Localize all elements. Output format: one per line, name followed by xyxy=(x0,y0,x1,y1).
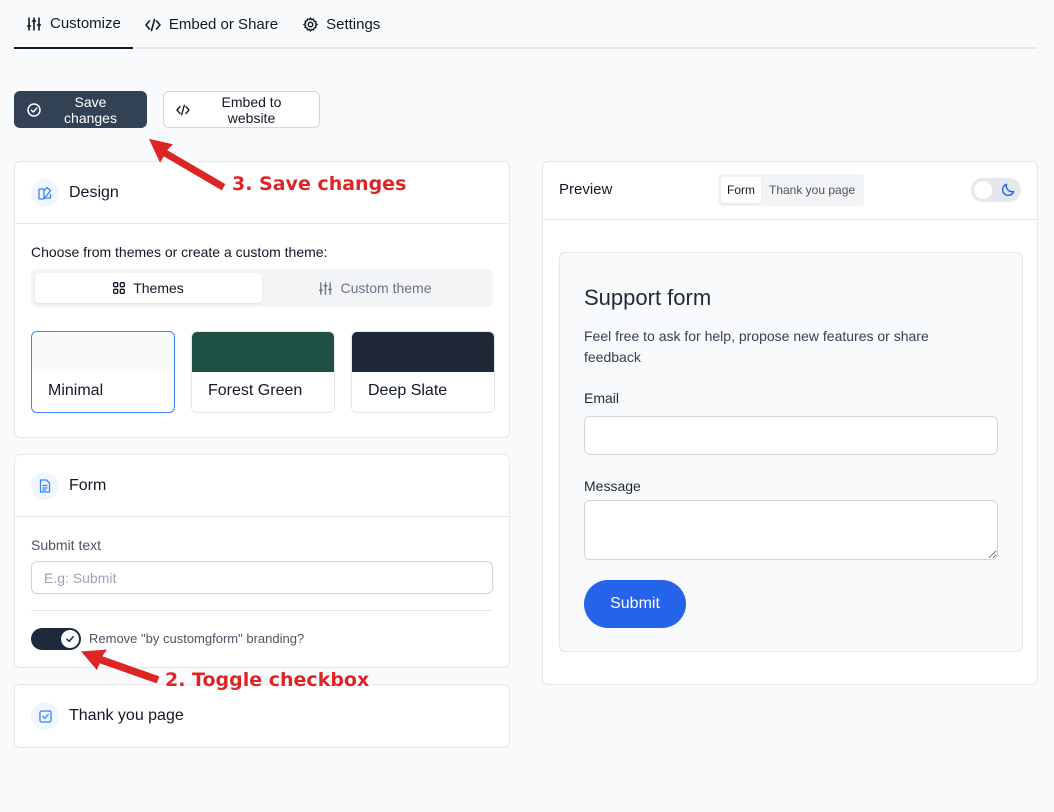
segment-themes-label: Themes xyxy=(133,280,184,296)
toggle-knob xyxy=(974,181,992,199)
grid-icon xyxy=(113,282,126,294)
code-icon xyxy=(176,104,190,116)
dark-mode-toggle[interactable] xyxy=(971,178,1021,202)
preview-tab-form[interactable]: Form xyxy=(721,177,761,203)
segment-custom-label: Custom theme xyxy=(340,280,432,296)
choose-theme-label: Choose from themes or create a custom th… xyxy=(31,244,328,260)
preview-form-description: Feel free to ask for help, propose new f… xyxy=(584,328,929,365)
segment-custom-theme[interactable]: Custom theme xyxy=(262,273,489,303)
moon-icon xyxy=(1001,182,1016,197)
preview-tab-thank-you[interactable]: Thank you page xyxy=(763,177,861,203)
embed-website-button[interactable]: Embed to website xyxy=(163,91,320,128)
code-icon xyxy=(145,17,161,33)
preview-form-title: Support form xyxy=(584,285,712,310)
design-title: Design xyxy=(69,183,119,201)
theme-name: Forest Green xyxy=(208,382,303,399)
annotation-step-2: 2. Toggle checkbox xyxy=(165,669,370,691)
tab-bar: Customize Embed or Share Settings xyxy=(14,0,1038,49)
email-label: Email xyxy=(584,390,620,406)
theme-swatch xyxy=(32,332,174,372)
preview-header: Preview Form Thank you page xyxy=(543,162,1037,220)
tab-customize[interactable]: Customize xyxy=(14,0,133,49)
toggle-knob xyxy=(61,630,79,648)
check-icon xyxy=(65,634,75,644)
save-changes-label: Save changes xyxy=(64,93,117,126)
form-divider xyxy=(31,610,493,611)
theme-name: Minimal xyxy=(48,382,104,399)
embed-website-label: Embed to website xyxy=(221,93,282,126)
form-preview-card: Support form Feel free to ask for help, … xyxy=(559,252,1023,652)
submit-text-input[interactable] xyxy=(31,561,493,594)
theme-card-forest-green[interactable]: Forest Green xyxy=(191,331,335,413)
save-changes-button[interactable]: Save changes xyxy=(14,91,147,128)
preview-title: Preview xyxy=(559,181,613,198)
submit-button[interactable]: Submit xyxy=(584,580,686,628)
thank-you-title: Thank you page xyxy=(69,707,184,724)
theme-name: Deep Slate xyxy=(368,382,448,399)
design-panel: Design Choose from themes or create a cu… xyxy=(14,161,510,438)
theme-card-deep-slate[interactable]: Deep Slate xyxy=(351,331,495,413)
form-panel: Form Submit text Remove "by customgform"… xyxy=(14,454,510,668)
form-title: Form xyxy=(69,476,107,494)
palette-icon xyxy=(31,178,59,207)
preview-switch: Form Thank you page xyxy=(718,174,865,206)
gear-icon xyxy=(302,17,318,33)
theme-swatch xyxy=(192,332,334,372)
checkbox-icon xyxy=(31,702,59,730)
segment-themes[interactable]: Themes xyxy=(35,273,262,303)
email-input[interactable] xyxy=(584,416,998,455)
check-circle-icon xyxy=(27,102,41,117)
thank-you-header[interactable]: Thank you page xyxy=(15,685,509,747)
form-header[interactable]: Form xyxy=(15,455,509,517)
theme-card-minimal[interactable]: Minimal xyxy=(31,331,175,413)
message-label: Message xyxy=(584,478,641,494)
tab-customize-label: Customize xyxy=(50,15,121,32)
annotation-step-3: 3. Save changes xyxy=(232,173,407,195)
sliders-icon xyxy=(26,16,42,32)
thank-you-panel: Thank you page xyxy=(14,684,510,748)
tab-settings-label: Settings xyxy=(326,16,381,33)
branding-toggle[interactable] xyxy=(31,628,81,650)
theme-mode-switch: Themes Custom theme xyxy=(31,269,493,307)
sliders-icon xyxy=(319,281,333,295)
branding-toggle-label: Remove "by customgform" branding? xyxy=(89,631,305,646)
tab-embed-share[interactable]: Embed or Share xyxy=(133,0,290,49)
preview-panel: Preview Form Thank you page Support form… xyxy=(542,161,1038,685)
message-textarea[interactable] xyxy=(584,500,998,560)
tab-settings[interactable]: Settings xyxy=(290,0,392,49)
submit-text-label: Submit text xyxy=(31,537,102,553)
theme-swatch xyxy=(352,332,494,372)
tab-embed-share-label: Embed or Share xyxy=(168,16,279,33)
document-icon xyxy=(31,471,59,500)
